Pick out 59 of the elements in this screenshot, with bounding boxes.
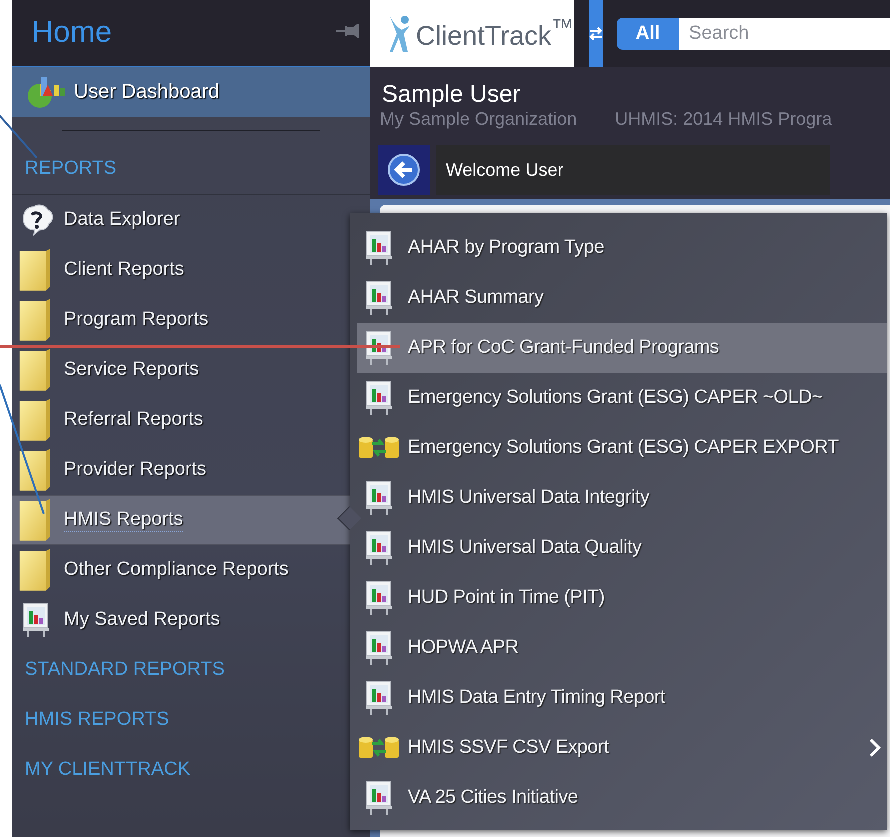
dashboard-link[interactable]: User Dashboard [12, 67, 370, 117]
report-icon [365, 781, 393, 815]
search-field[interactable]: Search [679, 18, 890, 50]
menu-item[interactable]: AHAR Summary [357, 273, 887, 323]
menu-item[interactable]: HMIS SSVF CSV Export [357, 723, 887, 773]
report-icon [22, 603, 50, 637]
folder-icon [19, 498, 53, 542]
leader-line [0, 115, 38, 159]
swap-arrows-icon [589, 26, 604, 40]
menu-item[interactable]: HUD Point in Time (PIT) [357, 573, 887, 623]
menu-item[interactable]: APR for CoC Grant-Funded Programs [357, 323, 887, 373]
back-button[interactable] [378, 145, 430, 195]
sidebar-item[interactable]: Referral Reports [12, 395, 352, 445]
report-icon [365, 531, 393, 565]
menu-item[interactable]: Emergency Solutions Grant (ESG) CAPER ~OLD~ [357, 373, 887, 423]
menu-item[interactable]: HOPWA APR [357, 623, 887, 673]
folder-icon [19, 348, 53, 392]
program-name: UHMIS: 2014 HMIS Progra [615, 109, 832, 130]
report-icon [365, 581, 393, 615]
export-icon [358, 736, 400, 760]
folder-icon [19, 248, 53, 292]
menu-item[interactable]: HMIS Universal Data Integrity [357, 473, 887, 523]
report-icon [365, 681, 393, 715]
folder-icon [19, 448, 53, 492]
swap-button[interactable] [589, 0, 604, 67]
user-name: Sample User [382, 81, 522, 109]
welcome-banner: Welcome User [436, 145, 830, 195]
menu-item[interactable]: Emergency Solutions Grant (ESG) CAPER EXPORT [357, 423, 887, 473]
sidebar-item[interactable]: Other Compliance Reports [12, 545, 352, 595]
sidebar-item[interactable]: Client Reports [12, 245, 352, 295]
report-icon [365, 631, 393, 665]
report-icon [365, 281, 393, 315]
menu-item[interactable]: HMIS Universal Data Quality [357, 523, 887, 573]
scope-button[interactable]: All [617, 18, 680, 50]
menu-item[interactable]: VA 25 Cities Initiative [357, 773, 887, 823]
report-icon [365, 481, 393, 515]
sidebar-item[interactable]: My Saved Reports [12, 595, 352, 645]
organization-name: My Sample Organization [380, 109, 578, 130]
folder-icon [19, 398, 53, 442]
sidebar-title: Home [32, 16, 112, 50]
sidebar-link[interactable]: MY CLIENTTRACK [25, 759, 190, 781]
sidebar-item[interactable]: HMIS Reports [12, 495, 352, 545]
sidebar-item[interactable]: Provider Reports [12, 445, 352, 495]
dashboard-icon [26, 75, 66, 109]
sidebar-item[interactable]: Service Reports [12, 345, 352, 395]
folder-icon [19, 548, 53, 592]
sidebar-item[interactable]: Program Reports [12, 295, 352, 345]
sidebar-link[interactable]: HMIS REPORTS [25, 709, 170, 731]
folder-icon [19, 298, 53, 342]
report-icon [365, 231, 393, 265]
menu-item[interactable]: HMIS Data Entry Timing Report [357, 673, 887, 723]
sidebar-item[interactable]: Data Explorer [12, 195, 352, 245]
export-icon [358, 436, 400, 460]
menu-item[interactable]: AHAR by Program Type [357, 223, 887, 273]
logo[interactable]: ClientTrack$^{™}$ [370, 0, 574, 67]
report-icon [365, 381, 393, 415]
pin-icon[interactable] [336, 24, 360, 38]
section-heading: REPORTS [25, 158, 117, 180]
report-icon [365, 331, 393, 365]
